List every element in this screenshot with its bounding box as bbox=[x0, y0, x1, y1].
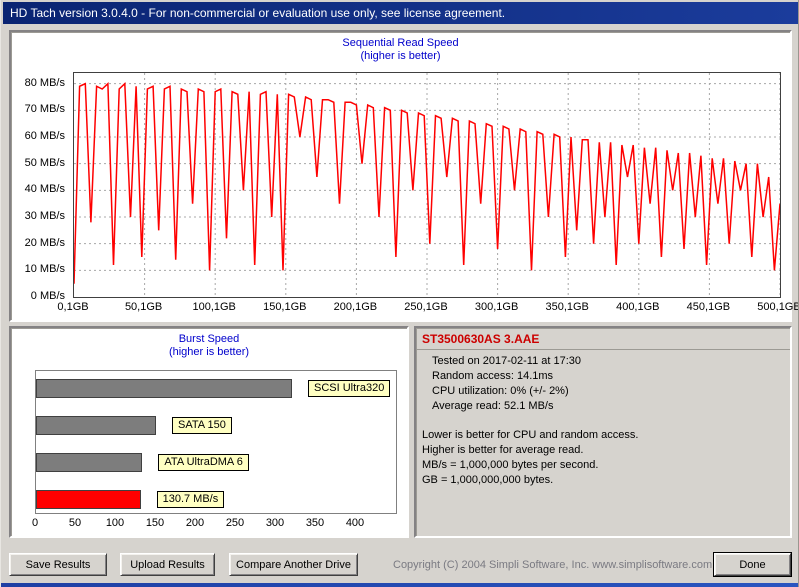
burst-x-tick-label: 300 bbox=[260, 517, 290, 530]
save-results-button[interactable]: Save Results bbox=[9, 553, 107, 576]
y-tick-label: 60 MB/s bbox=[11, 130, 65, 142]
burst-bar-label: ATA UltraDMA 6 bbox=[158, 454, 248, 471]
burst-x-tick-label: 350 bbox=[300, 517, 330, 530]
burst-bar bbox=[36, 379, 292, 398]
done-button[interactable]: Done bbox=[714, 553, 791, 576]
info-note-lower: Lower is better for CPU and random acces… bbox=[422, 428, 782, 443]
seq-x-axis-labels: 0,1GB50,1GB100,1GB150,1GB200,1GB250,1GB3… bbox=[73, 301, 781, 314]
x-tick-label: 100,1GB bbox=[184, 301, 244, 314]
y-tick-label: 50 MB/s bbox=[11, 157, 65, 169]
hd-tach-window: HD Tach version 3.0.4.0 - For non-commer… bbox=[0, 0, 799, 587]
info-line-random: Random access: 14.1ms bbox=[432, 369, 782, 384]
info-spacer bbox=[422, 414, 782, 428]
burst-bar-label: SCSI Ultra320 bbox=[308, 380, 390, 397]
burst-x-tick-label: 50 bbox=[60, 517, 90, 530]
sequential-read-plot bbox=[73, 72, 781, 298]
x-tick-label: 500,1GB bbox=[749, 301, 799, 314]
upload-results-button[interactable]: Upload Results bbox=[120, 553, 215, 576]
x-tick-label: 350,1GB bbox=[537, 301, 597, 314]
info-note-gb: GB = 1,000,000,000 bytes. bbox=[422, 473, 782, 488]
burst-speed-panel: Burst Speed (higher is better) SCSI Ultr… bbox=[9, 326, 409, 538]
burst-x-tick-label: 100 bbox=[100, 517, 130, 530]
burst-x-tick-label: 250 bbox=[220, 517, 250, 530]
x-tick-label: 300,1GB bbox=[467, 301, 527, 314]
sequential-chart-subtitle: (higher is better) bbox=[11, 50, 790, 62]
burst-bar-label: 130.7 MB/s bbox=[157, 491, 225, 508]
y-tick-label: 20 MB/s bbox=[11, 237, 65, 249]
y-tick-label: 30 MB/s bbox=[11, 210, 65, 222]
compare-another-drive-button[interactable]: Compare Another Drive bbox=[229, 553, 358, 576]
sequential-chart-title: Sequential Read Speed bbox=[11, 37, 790, 49]
burst-x-tick-label: 0 bbox=[20, 517, 50, 530]
x-tick-label: 450,1GB bbox=[678, 301, 738, 314]
x-tick-label: 50,1GB bbox=[114, 301, 174, 314]
x-tick-label: 400,1GB bbox=[608, 301, 668, 314]
burst-plot: SCSI Ultra320 SATA 150 ATA UltraDMA 6 130.7… bbox=[35, 370, 397, 514]
y-tick-label: 80 MB/s bbox=[11, 77, 65, 89]
y-tick-label: 40 MB/s bbox=[11, 183, 65, 195]
x-tick-label: 150,1GB bbox=[255, 301, 315, 314]
x-tick-label: 0,1GB bbox=[43, 301, 103, 314]
info-line-tested: Tested on 2017-02-11 at 17:30 bbox=[432, 354, 782, 369]
burst-x-tick-label: 200 bbox=[180, 517, 210, 530]
info-line-avg-read: Average read: 52.1 MB/s bbox=[432, 399, 782, 414]
info-note-mbs: MB/s = 1,000,000 bytes per second. bbox=[422, 458, 782, 473]
burst-bar bbox=[36, 490, 141, 509]
y-tick-label: 70 MB/s bbox=[11, 103, 65, 115]
y-tick-label: 10 MB/s bbox=[11, 263, 65, 275]
copyright-text: Copyright (C) 2004 Simpli Software, Inc.… bbox=[393, 559, 712, 571]
drive-info-text: Tested on 2017-02-11 at 17:30 Random acc… bbox=[416, 350, 790, 488]
title-bar: HD Tach version 3.0.4.0 - For non-commer… bbox=[3, 2, 798, 24]
window-border-bottom bbox=[1, 583, 799, 587]
burst-bar-label: SATA 150 bbox=[172, 417, 232, 434]
info-note-higher: Higher is better for average read. bbox=[422, 443, 782, 458]
x-tick-label: 250,1GB bbox=[396, 301, 456, 314]
burst-bar bbox=[36, 416, 156, 435]
burst-x-axis-labels: 050100150200250300350400 bbox=[35, 517, 397, 529]
window-title: HD Tach version 3.0.4.0 - For non-commer… bbox=[10, 6, 505, 20]
burst-x-tick-label: 400 bbox=[340, 517, 370, 530]
burst-bar bbox=[36, 453, 142, 472]
seq-y-axis-labels: 0 MB/s10 MB/s20 MB/s30 MB/s40 MB/s50 MB/… bbox=[11, 72, 69, 298]
drive-name: ST3500630AS 3.AAE bbox=[416, 328, 790, 350]
burst-chart-title: Burst Speed bbox=[11, 333, 407, 345]
sequential-read-panel: Sequential Read Speed (higher is better)… bbox=[9, 30, 792, 322]
info-line-cpu: CPU utilization: 0% (+/- 2%) bbox=[432, 384, 782, 399]
drive-info-panel: ST3500630AS 3.AAE Tested on 2017-02-11 a… bbox=[414, 326, 792, 538]
burst-x-tick-label: 150 bbox=[140, 517, 170, 530]
burst-chart-subtitle: (higher is better) bbox=[11, 346, 407, 358]
x-tick-label: 200,1GB bbox=[325, 301, 385, 314]
